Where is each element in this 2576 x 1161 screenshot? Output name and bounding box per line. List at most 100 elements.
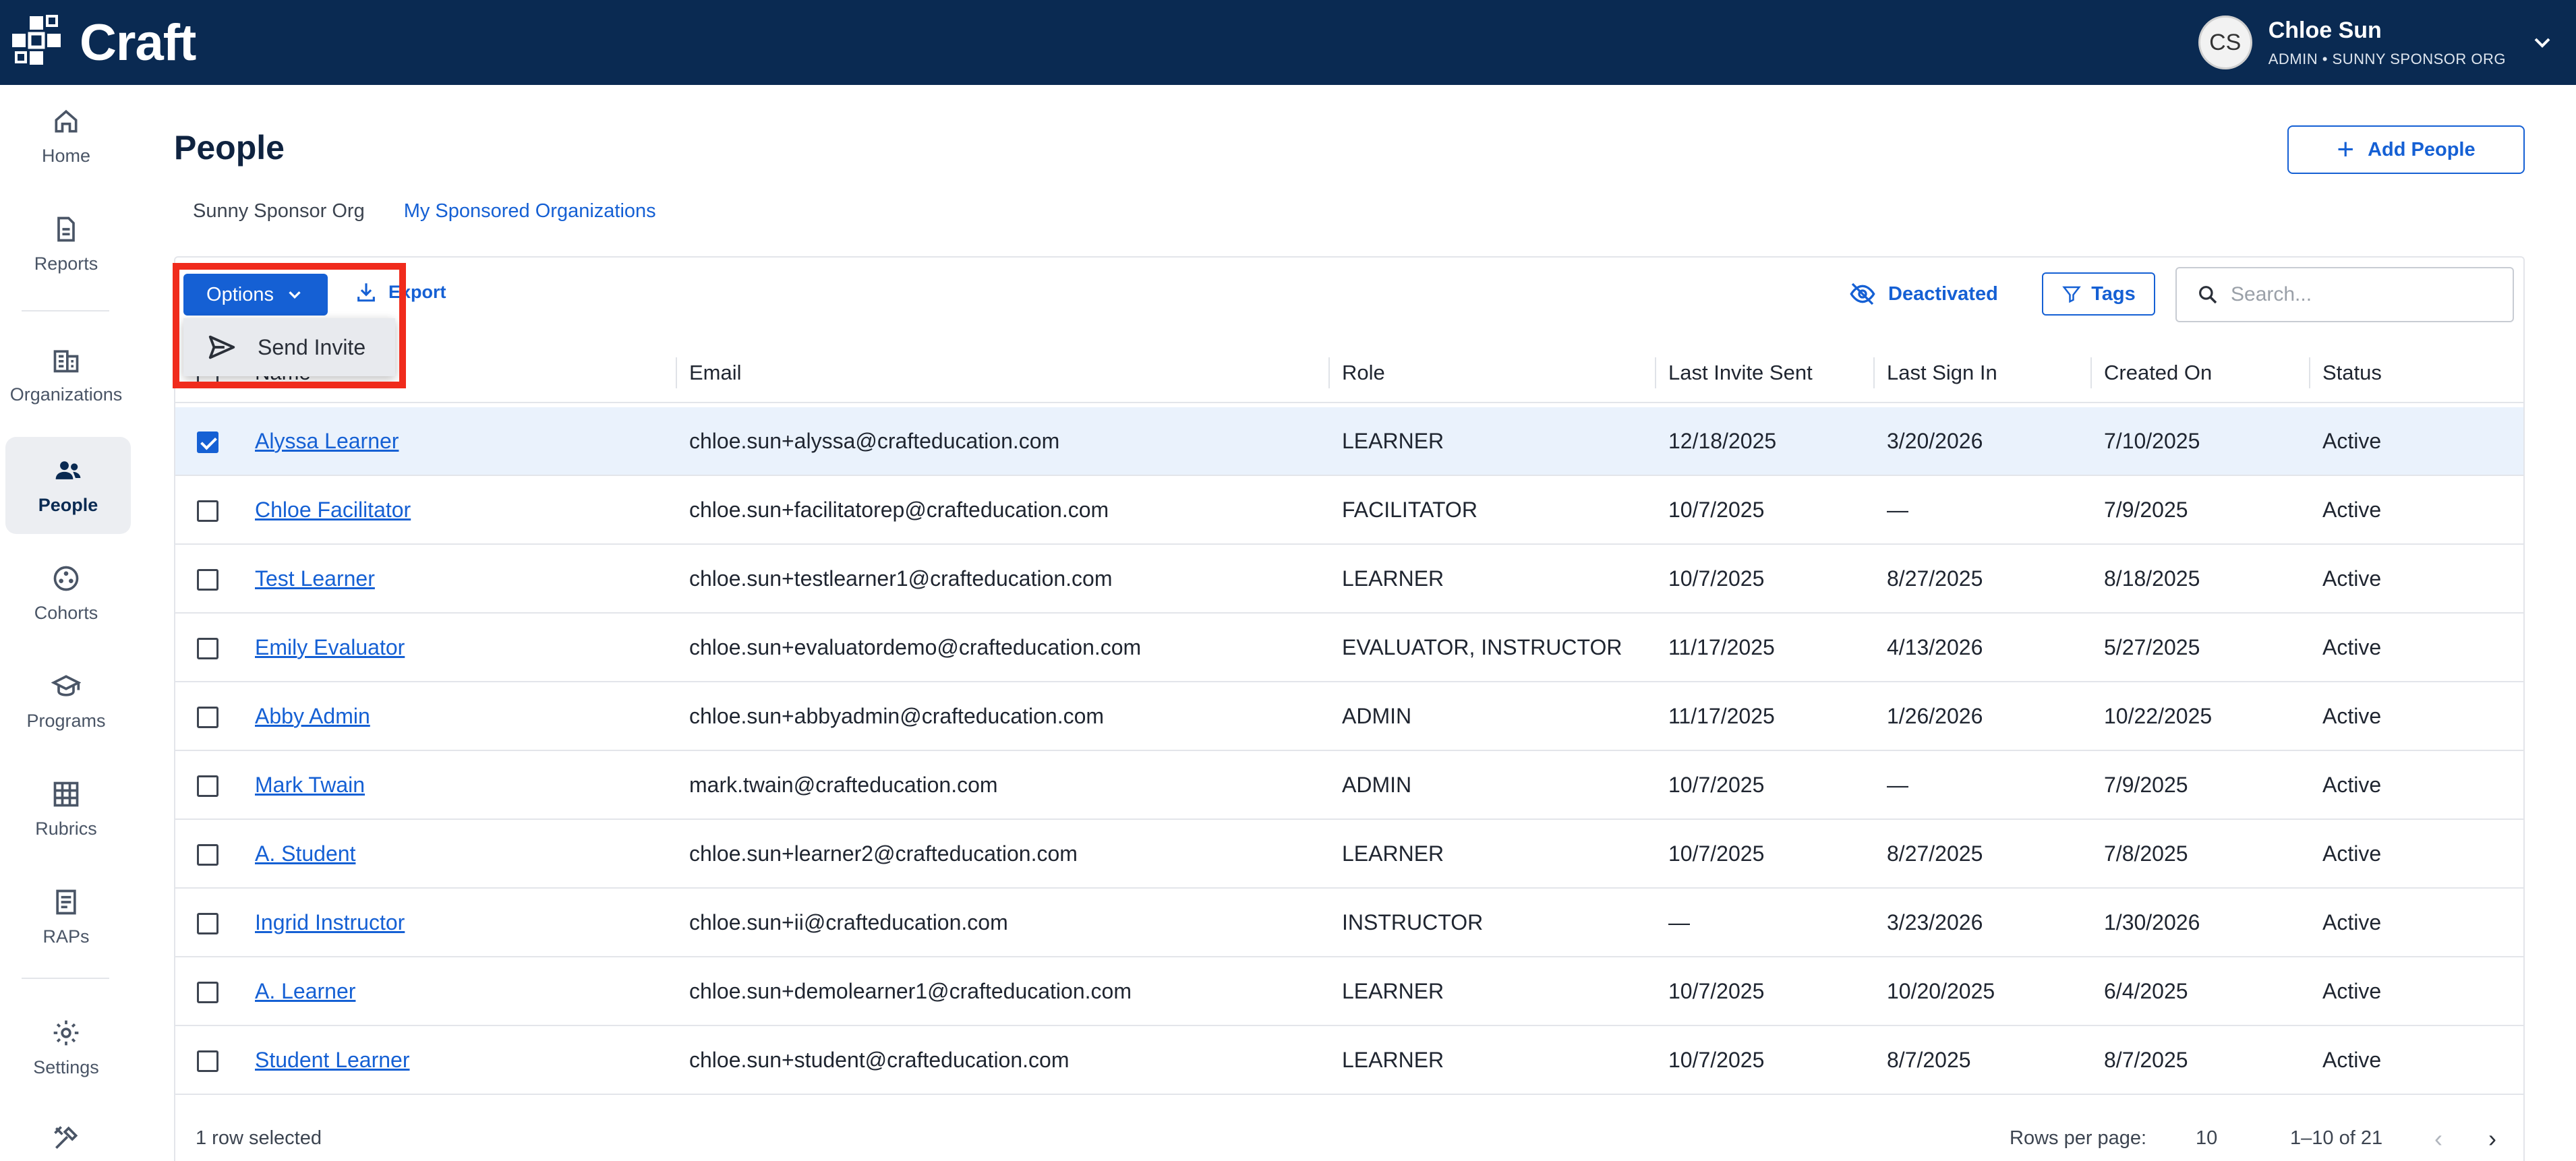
export-button[interactable]: Export <box>355 280 446 303</box>
sidebar-item-label: Programs <box>26 710 106 731</box>
sidebar-item-reports[interactable]: Reports <box>0 196 132 293</box>
search-box[interactable] <box>2175 267 2514 322</box>
last-sign-in-cell: 1/26/2026 <box>1887 703 1983 728</box>
options-button[interactable]: Options <box>183 274 328 316</box>
app-logo[interactable]: Craft <box>9 13 196 71</box>
table-row[interactable]: Emily Evaluator chloe.sun+evaluatordemo@… <box>175 614 2523 682</box>
role-cell: FACILITATOR <box>1342 497 1477 522</box>
row-checkbox[interactable] <box>197 913 218 934</box>
role-cell: LEARNER <box>1342 1047 1444 1072</box>
last-invite-cell: 10/7/2025 <box>1668 978 1765 1003</box>
person-name-link[interactable]: Ingrid Instructor <box>255 910 405 935</box>
page-title: People <box>174 129 285 167</box>
send-invite-label: Send Invite <box>258 334 366 359</box>
table-row[interactable]: A. Student chloe.sun+learner2@crafteduca… <box>175 820 2523 889</box>
row-checkbox[interactable] <box>197 638 218 659</box>
sidebar-item-rubrics[interactable]: Rubrics <box>0 761 132 858</box>
sidebar-item-label: RAPs <box>42 926 90 947</box>
sidebar-item-programs[interactable]: Programs <box>0 653 132 750</box>
created-on-cell: 7/9/2025 <box>2104 772 2188 797</box>
row-checkbox[interactable] <box>197 844 218 866</box>
sidebar-item-label: Cohorts <box>34 602 98 623</box>
add-people-button[interactable]: + Add People <box>2287 125 2525 174</box>
table-row[interactable]: Student Learner chloe.sun+student@crafte… <box>175 1026 2523 1095</box>
status-cell: Active <box>2322 428 2382 453</box>
table-row[interactable]: Abby Admin chloe.sun+abbyadmin@crafteduc… <box>175 682 2523 751</box>
sidebar-item-settings[interactable]: Settings <box>0 999 132 1096</box>
column-header-email[interactable]: Email <box>689 343 742 403</box>
column-header-status[interactable]: Status <box>2322 343 2382 403</box>
org-tabs: Sunny Sponsor Org My Sponsored Organizat… <box>193 200 695 222</box>
last-sign-in-cell: 8/27/2025 <box>1887 841 1983 866</box>
email-cell: chloe.sun+evaluatordemo@crafteducation.c… <box>689 634 1142 659</box>
column-header-role[interactable]: Role <box>1342 343 1385 403</box>
table-row[interactable]: Ingrid Instructor chloe.sun+ii@crafteduc… <box>175 889 2523 957</box>
row-checkbox[interactable] <box>197 982 218 1003</box>
sidebar-item-raps[interactable]: RAPs <box>0 868 132 965</box>
role-cell: EVALUATOR, INSTRUCTOR <box>1342 634 1622 659</box>
chevron-left-icon[interactable]: ‹ <box>2434 1125 2442 1153</box>
created-on-cell: 6/4/2025 <box>2104 978 2188 1003</box>
user-menu[interactable]: CS Chloe Sun ADMIN • SUNNY SPONSOR ORG <box>2198 12 2556 73</box>
settings-icon <box>53 1020 79 1045</box>
row-checkbox[interactable] <box>197 707 218 728</box>
column-header-created-on[interactable]: Created On <box>2104 343 2212 403</box>
sidebar-item-home[interactable]: Home <box>0 88 132 185</box>
search-input[interactable] <box>2231 283 2500 306</box>
row-checkbox[interactable] <box>197 1050 218 1072</box>
email-cell: chloe.sun+learner2@crafteducation.com <box>689 841 1078 866</box>
table-row[interactable]: Chloe Facilitator chloe.sun+facilitatore… <box>175 476 2523 545</box>
person-name-link[interactable]: Chloe Facilitator <box>255 498 411 523</box>
last-invite-cell: 11/17/2025 <box>1668 703 1775 728</box>
person-name-link[interactable]: Emily Evaluator <box>255 635 405 660</box>
person-name-link[interactable]: Test Learner <box>255 566 375 591</box>
table-row[interactable]: Test Learner chloe.sun+testlearner1@craf… <box>175 545 2523 614</box>
search-icon <box>2199 286 2217 304</box>
person-name-link[interactable]: Student Learner <box>255 1048 410 1073</box>
sidebar-item-cohorts[interactable]: Cohorts <box>0 545 132 642</box>
raps-icon <box>56 889 76 914</box>
email-cell: chloe.sun+facilitatorep@crafteducation.c… <box>689 497 1109 522</box>
tags-button[interactable]: Tags <box>2042 272 2155 316</box>
chevron-right-icon[interactable]: › <box>2488 1125 2496 1153</box>
row-checkbox[interactable] <box>197 569 218 591</box>
cohorts-icon <box>53 566 79 591</box>
tools-icon[interactable] <box>51 1123 81 1153</box>
chevron-down-icon[interactable] <box>2529 29 2556 56</box>
download-icon <box>357 283 375 302</box>
column-header-last-invite[interactable]: Last Invite Sent <box>1668 343 1813 403</box>
created-on-cell: 5/27/2025 <box>2104 634 2200 659</box>
menu-item-send-invite[interactable]: Send Invite <box>183 318 395 376</box>
status-cell: Active <box>2322 566 2382 591</box>
top-bar: Craft CS Chloe Sun ADMIN • SUNNY SPONSOR… <box>0 0 2576 85</box>
person-name-link[interactable]: A. Learner <box>255 979 355 1004</box>
tab-sunny-sponsor-org[interactable]: Sunny Sponsor Org <box>193 200 365 222</box>
eye-off-icon <box>1850 282 1875 305</box>
sidebar-item-people[interactable]: People <box>5 437 131 534</box>
deactivated-label: Deactivated <box>1888 282 1998 305</box>
rows-per-page-select[interactable]: 10 <box>2196 1127 2217 1150</box>
sidebar-item-label: Reports <box>34 253 98 274</box>
person-name-link[interactable]: A. Student <box>255 841 355 866</box>
table-row[interactable]: Alyssa Learner chloe.sun+alyssa@craftedu… <box>175 407 2523 476</box>
plus-icon: + <box>2337 133 2355 166</box>
sidebar-item-organizations[interactable]: Organizations <box>0 326 132 423</box>
table-row[interactable]: A. Learner chloe.sun+demolearner1@crafte… <box>175 957 2523 1026</box>
person-name-link[interactable]: Abby Admin <box>255 704 370 729</box>
created-on-cell: 7/8/2025 <box>2104 841 2188 866</box>
column-header-last-sign-in[interactable]: Last Sign In <box>1887 343 1997 403</box>
sidebar-item-label: Organizations <box>9 384 123 405</box>
row-checkbox[interactable] <box>197 500 218 522</box>
deactivated-toggle[interactable]: Deactivated <box>1849 280 1998 307</box>
home-icon <box>55 109 78 132</box>
last-sign-in-cell: 3/23/2026 <box>1887 910 1983 934</box>
table-row[interactable]: Mark Twain mark.twain@crafteducation.com… <box>175 751 2523 820</box>
tab-my-sponsored-organizations[interactable]: My Sponsored Organizations <box>404 200 656 222</box>
row-checkbox[interactable] <box>197 775 218 797</box>
user-info: Chloe Sun ADMIN • SUNNY SPONSOR ORG <box>2268 18 2506 68</box>
person-name-link[interactable]: Alyssa Learner <box>255 429 399 454</box>
column-separator <box>1873 357 1875 388</box>
row-checkbox[interactable] <box>197 431 218 453</box>
person-name-link[interactable]: Mark Twain <box>255 773 365 798</box>
created-on-cell: 7/9/2025 <box>2104 497 2188 522</box>
